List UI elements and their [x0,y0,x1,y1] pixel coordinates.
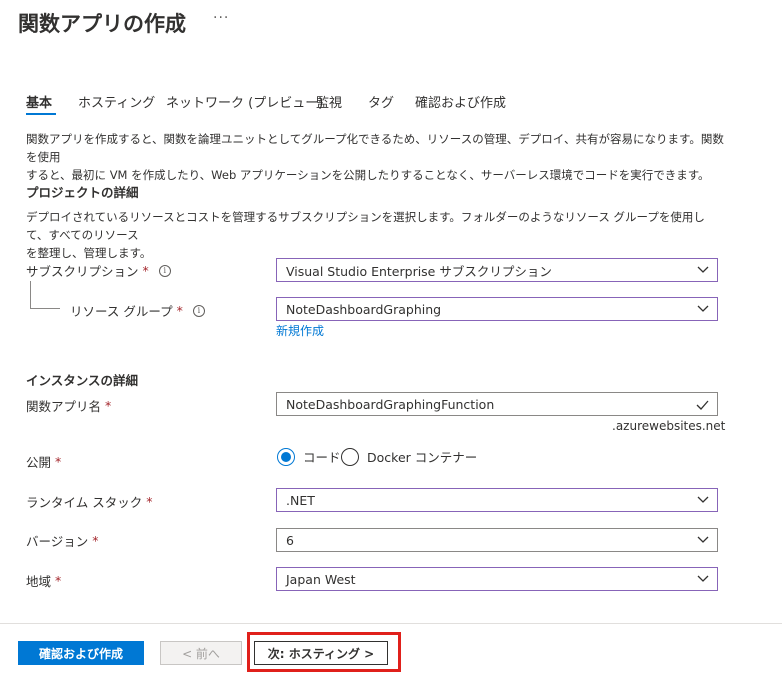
subscription-label-text: サブスクリプション [26,264,139,279]
required-marker: * [142,263,149,278]
highlight-box [247,632,401,672]
version-label: バージョン * [26,531,99,550]
info-icon[interactable]: i [158,264,171,277]
required-marker: * [55,573,62,588]
chevron-down-icon [697,266,709,273]
subscription-dropdown[interactable]: Visual Studio Enterprise サブスクリプション [276,258,718,282]
intro-description: 関数アプリを作成すると、関数を論理ユニットとしてグループ化できるため、リソースの… [26,130,726,184]
required-marker: * [92,533,99,548]
required-marker: * [55,454,62,469]
footer-divider [0,623,782,624]
region-value: Japan West [286,571,356,587]
project-desc-line-1: デプロイされているリソースとコストを管理するサブスクリプションを選択します。フォ… [26,210,705,242]
checkmark-icon [696,400,709,410]
chevron-down-icon [697,496,709,503]
version-value: 6 [286,532,294,548]
app-name-input[interactable]: NoteDashboardGraphingFunction [276,392,718,416]
required-marker: * [105,398,112,413]
radio-selected-icon [277,447,295,466]
version-label-text: バージョン [26,534,89,549]
publish-radio-code[interactable]: コード [277,447,341,466]
app-name-label: 関数アプリ名 * [26,396,111,415]
app-name-value: NoteDashboardGraphingFunction [286,396,495,412]
tab-review-create[interactable]: 確認および作成 [415,92,506,111]
more-options-icon[interactable]: ··· [213,10,229,26]
tab-basics[interactable]: 基本 [26,92,52,111]
tree-connector-horizontal [30,308,60,309]
region-label-text: 地域 [26,574,52,589]
tab-hosting[interactable]: ホスティング [78,92,155,111]
publish-label: 公開 * [26,452,61,471]
tab-tags[interactable]: タグ [368,92,394,111]
runtime-label-text: ランタイム スタック [26,495,143,510]
tab-networking[interactable]: ネットワーク (プレビュー) [166,92,323,111]
runtime-stack-dropdown[interactable]: .NET [276,488,718,512]
resource-group-dropdown[interactable]: NoteDashboardGraphing [276,297,718,321]
region-dropdown[interactable]: Japan West [276,567,718,591]
instance-details-heading: インスタンスの詳細 [26,373,139,388]
chevron-down-icon [697,305,709,312]
tree-connector-vertical [30,281,31,308]
runtime-label: ランタイム スタック * [26,492,152,511]
resource-group-value: NoteDashboardGraphing [286,301,442,317]
chevron-down-icon [697,536,709,543]
create-new-link[interactable]: 新規作成 [276,322,324,339]
app-name-label-text: 関数アプリ名 [26,399,102,414]
project-details-heading: プロジェクトの詳細 [26,185,139,200]
page-title: 関数アプリの作成 [18,12,186,36]
publish-option-label: Docker コンテナー [367,450,478,465]
required-marker: * [176,303,183,318]
publish-label-text: 公開 [26,455,52,470]
region-label: 地域 * [26,571,61,590]
subscription-label: サブスクリプション * i [26,261,171,280]
intro-line-1: 関数アプリを作成すると、関数を論理ユニットとしてグループ化できるため、リソースの… [26,132,724,164]
runtime-stack-value: .NET [286,492,315,508]
info-icon[interactable]: i [192,304,205,317]
project-description: デプロイされているリソースとコストを管理するサブスクリプションを選択します。フォ… [26,208,726,262]
previous-button[interactable]: < 前へ [160,641,242,665]
tab-monitoring[interactable]: 監視 [316,92,342,111]
publish-radio-docker[interactable]: Docker コンテナー [341,447,477,466]
required-marker: * [146,494,153,509]
chevron-down-icon [697,575,709,582]
resource-group-label: リソース グループ * i [70,301,205,320]
radio-dot [281,451,291,462]
active-tab-indicator [26,113,56,115]
resource-group-label-text: リソース グループ [70,304,173,319]
domain-suffix: .azurewebsites.net [612,419,726,433]
publish-option-label: コード [303,450,341,465]
review-create-button[interactable]: 確認および作成 [18,641,144,665]
subscription-value: Visual Studio Enterprise サブスクリプション [286,263,552,279]
version-dropdown[interactable]: 6 [276,528,718,552]
radio-unselected-icon [341,447,359,466]
